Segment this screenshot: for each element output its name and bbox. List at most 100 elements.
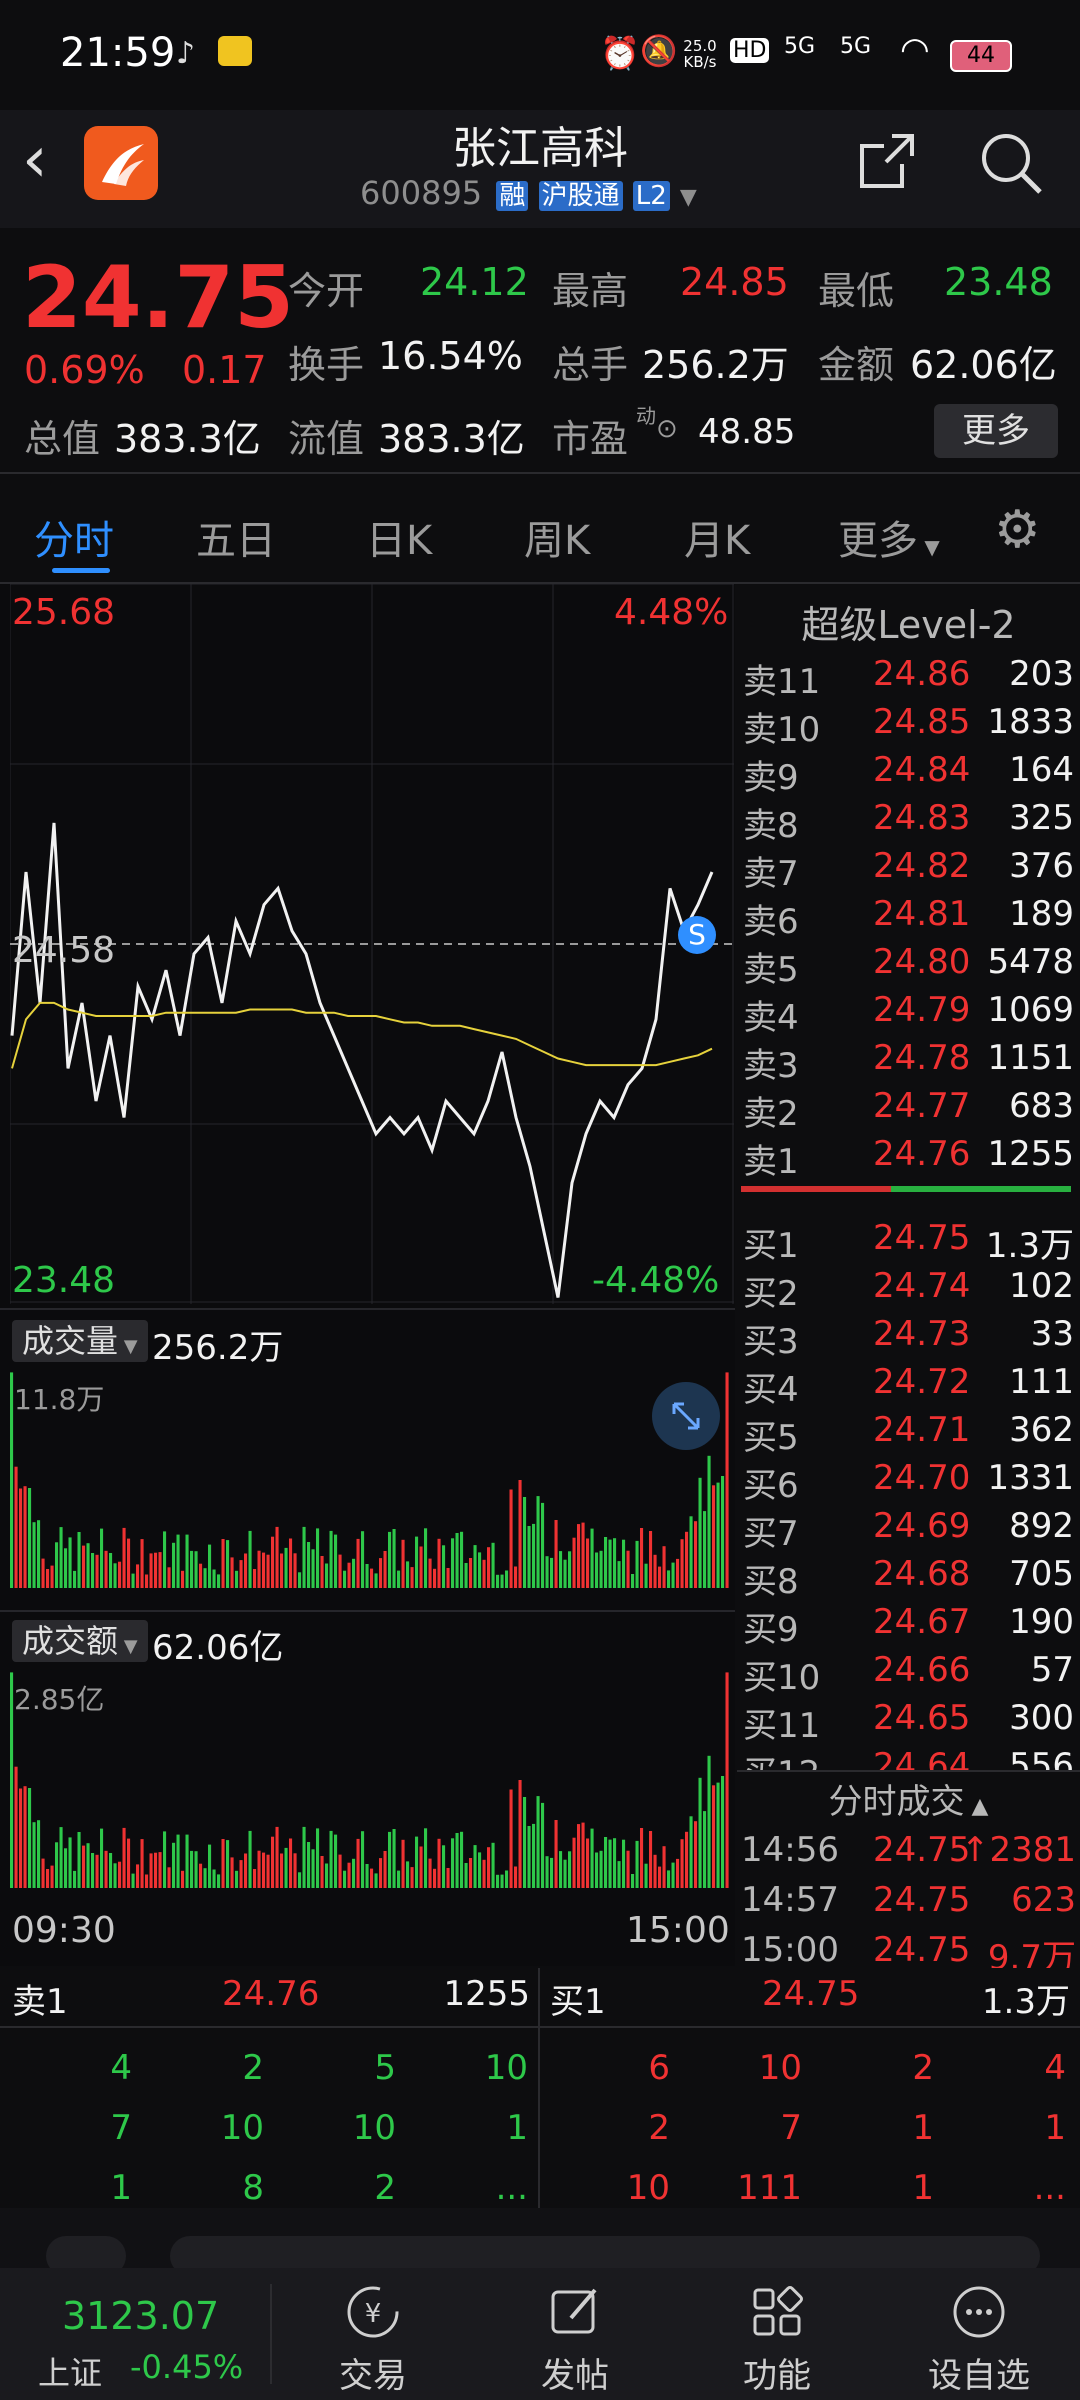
- ask-row[interactable]: 卖7 24.82 376: [737, 842, 1080, 894]
- signal-1-icon: 5G: [784, 34, 816, 59]
- bid-row[interactable]: 买9 24.67 190: [737, 1598, 1080, 1650]
- info-icon[interactable]: ⊙: [656, 414, 678, 444]
- index-ticker[interactable]: 3123.07 上证 -0.45%: [0, 2268, 270, 2400]
- ask-row[interactable]: 卖6 24.81 189: [737, 890, 1080, 942]
- turnover-label: 换手: [288, 343, 365, 387]
- ask-row[interactable]: 卖3 24.78 1151: [737, 1034, 1080, 1086]
- more-quote-button[interactable]: 更多: [934, 404, 1058, 458]
- ask-row[interactable]: 卖4 24.79 1069: [737, 986, 1080, 1038]
- bid-row[interactable]: 买3 24.73 33: [737, 1310, 1080, 1362]
- ask-row[interactable]: 卖10 24.85 1833: [737, 698, 1080, 750]
- amount-bar: [716, 1782, 720, 1888]
- ask-row[interactable]: 卖5 24.80 5478: [737, 938, 1080, 990]
- queue-buy-order: 10: [758, 2048, 802, 2088]
- amount-bar: [523, 1797, 527, 1888]
- queue-buy-order: 1: [1044, 2108, 1066, 2148]
- order-volume: 111: [1009, 1362, 1074, 1402]
- order-book[interactable]: 超级Level-2 卖11 24.86 203 卖10 24.85 1833 卖9 24.84…: [737, 584, 1080, 1978]
- sell-marker-icon[interactable]: S: [678, 916, 716, 954]
- ask-row[interactable]: 卖2 24.77 683: [737, 1082, 1080, 1134]
- price-chart[interactable]: [10, 584, 734, 1304]
- volume-selector[interactable]: 成交量 ▼: [12, 1320, 148, 1362]
- price-axis-top: 25.68: [12, 592, 116, 633]
- ask-row[interactable]: 卖8 24.83 325: [737, 794, 1080, 846]
- nav-post[interactable]: 发帖: [490, 2268, 660, 2400]
- volume-bar: [167, 1567, 171, 1588]
- volume-bar: [172, 1542, 176, 1588]
- volume-bar: [631, 1574, 635, 1588]
- back-icon[interactable]: ‹: [22, 128, 48, 192]
- ask-row[interactable]: 卖11 24.86 203: [737, 650, 1080, 702]
- volume-bar: [388, 1531, 392, 1588]
- tab-intraday[interactable]: 分时: [34, 508, 114, 566]
- bid-row[interactable]: 买6 24.70 1331: [737, 1454, 1080, 1506]
- amount-bar: [347, 1862, 351, 1888]
- bid-row[interactable]: 买10 24.66 57: [737, 1646, 1080, 1698]
- amount-bar: [82, 1845, 86, 1888]
- index-name: 上证: [38, 2354, 103, 2392]
- order-level-label: 买8: [743, 1562, 799, 1602]
- volume-bar: [307, 1542, 311, 1588]
- high-label: 最高: [552, 269, 629, 313]
- amount-bar: [604, 1837, 608, 1888]
- volume-bar: [14, 1466, 18, 1588]
- volume-bar: [275, 1526, 279, 1588]
- tab-monthly-k[interactable]: 月K: [684, 508, 750, 566]
- amount-bar: [541, 1802, 545, 1888]
- settings-gear-icon[interactable]: ⚙: [994, 504, 1041, 556]
- nav-add-watchlist[interactable]: 设自选: [894, 2268, 1064, 2400]
- amount-bar: [635, 1840, 639, 1888]
- tick-price: 24.75: [873, 1880, 971, 1920]
- queue-buy-vol: 1.3万: [981, 1982, 1070, 2022]
- volume-bar: [140, 1539, 144, 1588]
- amount-total: 62.06亿: [152, 1628, 284, 1668]
- amount-bar: [590, 1828, 594, 1888]
- order-price: 24.65: [873, 1698, 971, 1738]
- bid-ratio-bar: [891, 1186, 1071, 1192]
- bid-row[interactable]: 买4 24.72 111: [737, 1358, 1080, 1410]
- nav-trade[interactable]: ¥ 交易: [288, 2268, 458, 2400]
- amount-bar: [127, 1838, 131, 1888]
- bid-row[interactable]: 买8 24.68 705: [737, 1550, 1080, 1602]
- amount-bar: [226, 1840, 230, 1888]
- order-level-label: 卖7: [743, 854, 799, 894]
- amount-bar: [185, 1834, 189, 1888]
- wifi-icon: ◠: [900, 30, 930, 70]
- tick-row: 15:00 24.75 9.7万: [737, 1926, 1080, 1978]
- ask-row[interactable]: 卖1 24.76 1255: [737, 1130, 1080, 1182]
- tab-weekly-k[interactable]: 周K: [524, 508, 590, 566]
- volume-bar: [572, 1537, 576, 1588]
- ask-row[interactable]: 卖9 24.84 164: [737, 746, 1080, 798]
- tick-title[interactable]: 分时成交 ▲: [737, 1774, 1080, 1823]
- volume-bar: [644, 1563, 648, 1588]
- queue-sell-vol: 1255: [443, 1974, 530, 2014]
- amt-divider: [0, 1610, 735, 1612]
- bid-row[interactable]: 买1 24.75 1.3万: [737, 1214, 1080, 1266]
- queue-buy-price: 24.75: [762, 1974, 860, 2014]
- bid-row[interactable]: 买5 24.71 362: [737, 1406, 1080, 1458]
- bid-row[interactable]: 买2 24.74 102: [737, 1262, 1080, 1314]
- bid-row[interactable]: 买7 24.69 892: [737, 1502, 1080, 1554]
- bid-row[interactable]: 买12 24.64 556: [737, 1742, 1080, 1770]
- stock-header: ‹ 张江高科 600895 融 沪股通 L2 ▼: [0, 110, 1080, 228]
- volume-bar: [671, 1562, 675, 1588]
- bid-row[interactable]: 买11 24.65 300: [737, 1694, 1080, 1746]
- volume-bar: [680, 1539, 684, 1588]
- volume-bar: [226, 1540, 230, 1588]
- volume-bar: [266, 1554, 270, 1588]
- amount-bar: [59, 1827, 63, 1888]
- volume-bar: [136, 1564, 140, 1588]
- tab-five-day[interactable]: 五日: [196, 508, 276, 566]
- open-label: 今开: [288, 269, 365, 313]
- volume-bar: [608, 1539, 612, 1588]
- search-icon[interactable]: [978, 130, 1044, 200]
- tab-daily-k[interactable]: 日K: [366, 508, 432, 566]
- share-icon[interactable]: [856, 130, 918, 196]
- amount-value: 62.06亿: [910, 343, 1057, 387]
- amount-selector[interactable]: 成交额 ▼: [12, 1620, 148, 1662]
- tab-more[interactable]: 更多 ▼: [838, 508, 940, 566]
- amount-bar: [505, 1870, 509, 1888]
- nav-functions[interactable]: 功能: [692, 2268, 862, 2400]
- chevron-down-icon[interactable]: ▼: [680, 185, 697, 210]
- tick-price: 24.75: [873, 1830, 971, 1870]
